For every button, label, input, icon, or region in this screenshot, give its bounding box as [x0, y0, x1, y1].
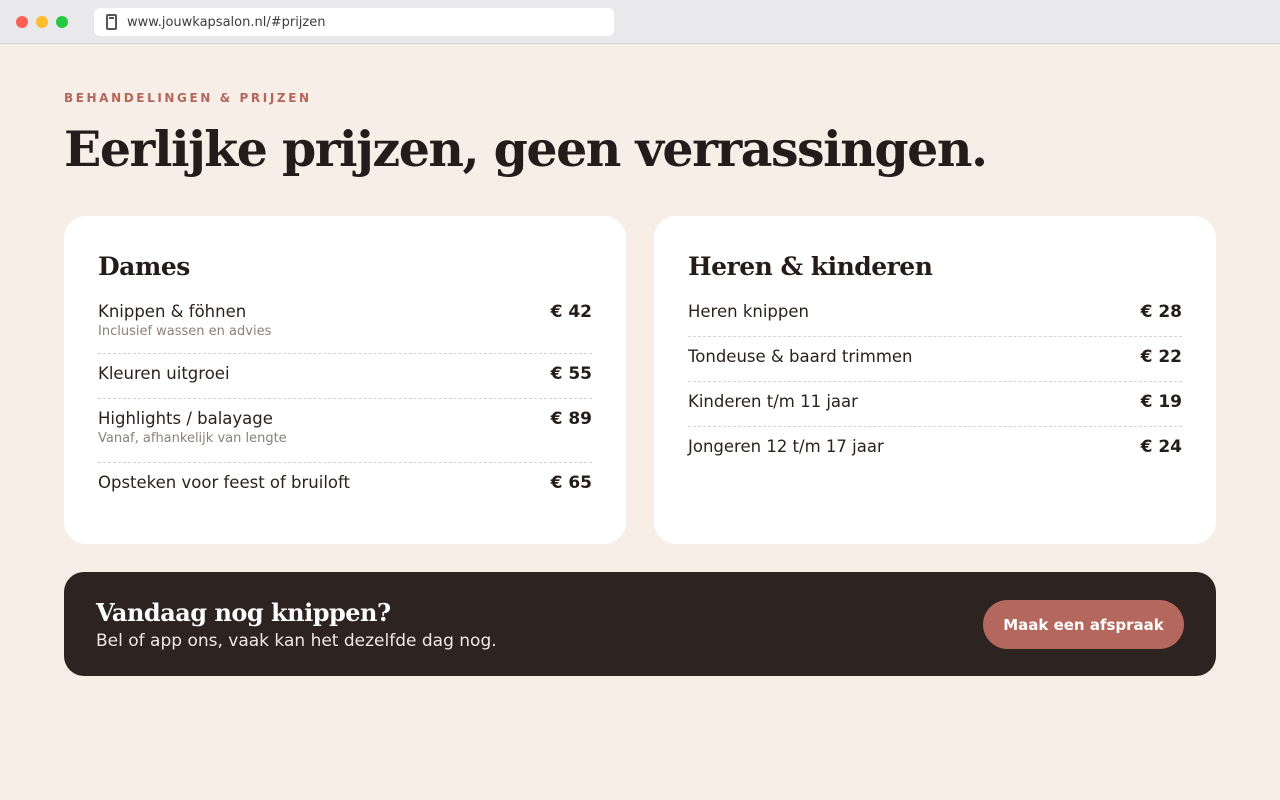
service-name: Tondeuse & baard trimmen	[688, 347, 913, 366]
service-name: Opsteken voor feest of bruiloft	[98, 473, 351, 492]
price-row: Opsteken voor feest of bruiloft € 65	[98, 463, 592, 508]
service-name: Heren knippen	[688, 302, 809, 321]
price-row: Kleuren uitgroei € 55	[98, 354, 592, 399]
service-price: € 22	[1140, 347, 1182, 367]
card-title: Dames	[98, 252, 190, 281]
url-text[interactable]: www.jouwkapsalon.nl/#prijzen	[127, 15, 325, 30]
cta-banner: Vandaag nog knippen? Bel of app ons, vaa…	[64, 572, 1216, 676]
price-row: Kinderen t/m 11 jaar € 19	[688, 382, 1182, 427]
page-icon	[106, 14, 117, 30]
price-card-heren: Heren & kinderen Heren knippen € 28 Tond…	[654, 216, 1216, 544]
card-title: Heren & kinderen	[688, 252, 933, 281]
price-row: Tondeuse & baard trimmen € 22	[688, 337, 1182, 382]
service-note: Inclusief wassen en advies	[98, 324, 272, 339]
service-price: € 28	[1140, 302, 1182, 322]
browser-chrome: www.jouwkapsalon.nl/#prijzen	[0, 0, 1280, 44]
service-price: € 89	[550, 409, 592, 429]
service-price: € 24	[1140, 437, 1182, 457]
cta-title: Vandaag nog knippen?	[96, 598, 391, 627]
service-name: Knippen & föhnen	[98, 302, 247, 321]
maximize-window-button[interactable]	[56, 16, 68, 28]
service-note: Vanaf, afhankelijk van lengte	[98, 431, 287, 446]
service-price: € 55	[550, 364, 592, 384]
service-name: Kinderen t/m 11 jaar	[688, 392, 858, 411]
price-card-dames: Dames Knippen & föhnen Inclusief wassen …	[64, 216, 626, 544]
cta-subtitle: Bel of app ons, vaak kan het dezelfde da…	[96, 631, 497, 651]
section-eyebrow: BEHANDELINGEN & PRIJZEN	[64, 91, 312, 105]
service-name: Kleuren uitgroei	[98, 364, 230, 383]
page-title: Eerlijke prijzen, geen verrassingen.	[64, 120, 988, 178]
book-appointment-button[interactable]: Maak een afspraak	[983, 600, 1184, 649]
close-window-button[interactable]	[16, 16, 28, 28]
price-row: Jongeren 12 t/m 17 jaar € 24	[688, 427, 1182, 472]
minimize-window-button[interactable]	[36, 16, 48, 28]
price-row: Highlights / balayage Vanaf, afhankelijk…	[98, 399, 592, 463]
service-price: € 65	[550, 473, 592, 493]
service-name: Jongeren 12 t/m 17 jaar	[688, 437, 884, 456]
address-bar[interactable]: www.jouwkapsalon.nl/#prijzen	[94, 8, 614, 36]
price-row: Knippen & föhnen Inclusief wassen en adv…	[98, 302, 592, 354]
service-price: € 19	[1140, 392, 1182, 412]
price-row: Heren knippen € 28	[688, 302, 1182, 337]
service-name: Highlights / balayage	[98, 409, 273, 428]
service-price: € 42	[550, 302, 592, 322]
